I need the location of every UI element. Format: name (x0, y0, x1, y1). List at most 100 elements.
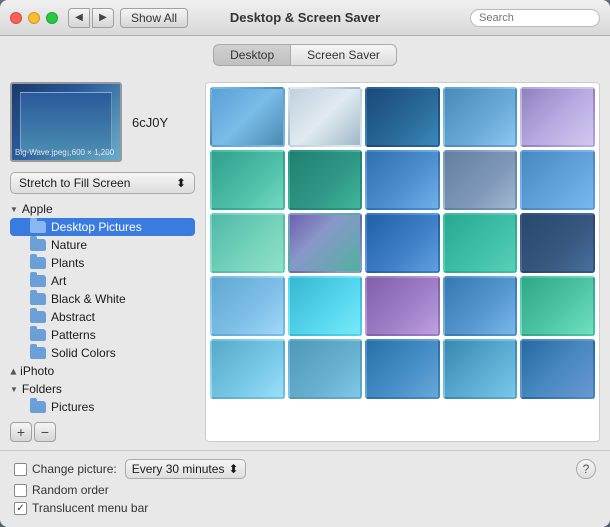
folder-icon (30, 311, 46, 323)
folder-icon (30, 239, 46, 251)
minimize-button[interactable] (28, 12, 40, 24)
close-button[interactable] (10, 12, 22, 24)
sidebar-tree: ▼ Apple Desktop Pictures Nature Plants (10, 200, 195, 416)
triangle-icon: ▶ (10, 368, 18, 374)
wallpaper-thumb-wp3[interactable] (365, 87, 440, 147)
back-button[interactable]: ◀ (68, 8, 90, 28)
add-button[interactable]: + (10, 422, 32, 442)
random-order-checkbox[interactable] (14, 484, 27, 497)
sidebar-item-art[interactable]: Art (10, 272, 195, 290)
sidebar-item-label: Nature (51, 238, 87, 252)
show-all-button[interactable]: Show All (120, 8, 188, 28)
nav-buttons: ◀ ▶ (68, 8, 114, 28)
wallpaper-thumb-wp1[interactable] (210, 87, 285, 147)
wallpaper-thumb-wp13[interactable] (365, 213, 440, 273)
folder-icon (30, 347, 46, 359)
wallpaper-thumb-wp15[interactable] (520, 213, 595, 273)
wallpaper-grid (210, 87, 595, 399)
wallpaper-thumb-wp16[interactable] (210, 276, 285, 336)
sidebar-group-iphoto[interactable]: ▶ iPhoto (10, 362, 195, 380)
traffic-lights (10, 12, 58, 24)
sidebar-item-patterns[interactable]: Patterns (10, 326, 195, 344)
fill-dropdown[interactable]: Stretch to Fill Screen ⬍ (10, 172, 195, 194)
wallpaper-thumb-wp14[interactable] (443, 213, 518, 273)
folder-icon (30, 401, 46, 413)
triangle-icon: ▼ (10, 385, 18, 394)
wallpaper-thumb-wp24[interactable] (443, 339, 518, 399)
sidebar-item-label: Patterns (51, 328, 96, 342)
sidebar-item-label: Black & White (51, 292, 126, 306)
interval-dropdown[interactable]: Every 30 minutes ⬍ (125, 459, 246, 479)
preview-name: 6cJ0Y (132, 115, 168, 130)
wallpaper-thumb-wp22[interactable] (288, 339, 363, 399)
wallpaper-thumb-wp7[interactable] (288, 150, 363, 210)
main-window: ◀ ▶ Show All Desktop & Screen Saver Desk… (0, 0, 610, 527)
fill-dropdown-row: Stretch to Fill Screen ⬍ (10, 172, 195, 194)
change-picture-group: Change picture: (14, 462, 117, 476)
wallpaper-thumb-wp6[interactable] (210, 150, 285, 210)
bottom-row-1: Change picture: Every 30 minutes ⬍ ? (14, 459, 596, 479)
wallpaper-thumb-wp8[interactable] (365, 150, 440, 210)
interval-value: Every 30 minutes (132, 462, 225, 476)
random-order-group: Random order (14, 483, 109, 497)
wallpaper-grid-container[interactable] (205, 82, 600, 442)
main-content: 6cJ0Y Stretch to Fill Screen ⬍ ▼ Apple D (0, 74, 610, 450)
maximize-button[interactable] (46, 12, 58, 24)
folder-icon (30, 257, 46, 269)
remove-button[interactable]: − (34, 422, 56, 442)
sidebar-item-plants[interactable]: Plants (10, 254, 195, 272)
translucent-menu-checkbox[interactable] (14, 502, 27, 515)
help-button[interactable]: ? (576, 459, 596, 479)
interval-arrow: ⬍ (228, 462, 238, 476)
wallpaper-thumb-wp19[interactable] (443, 276, 518, 336)
sidebar-item-label: Desktop Pictures (51, 220, 142, 234)
titlebar: ◀ ▶ Show All Desktop & Screen Saver (0, 0, 610, 36)
folder-icon (30, 329, 46, 341)
tab-bar: Desktop Screen Saver (0, 36, 610, 74)
preview-inner (20, 92, 112, 152)
wallpaper-thumb-wp18[interactable] (365, 276, 440, 336)
sidebar-item-black-white[interactable]: Black & White (10, 290, 195, 308)
bottom-row-3: Translucent menu bar (14, 501, 596, 515)
sidebar-item-label: Abstract (51, 310, 95, 324)
sidebar-item-solid-colors[interactable]: Solid Colors (10, 344, 195, 362)
preview-area: 6cJ0Y (10, 82, 195, 162)
sidebar-group-iphoto-label: iPhoto (20, 364, 54, 378)
wallpaper-thumb-wp11[interactable] (210, 213, 285, 273)
sidebar-bottom: + − (10, 422, 195, 442)
sidebar-item-label: Art (51, 274, 66, 288)
wallpaper-thumb-wp5[interactable] (520, 87, 595, 147)
wallpaper-thumb-wp17[interactable] (288, 276, 363, 336)
sidebar-item-label: Pictures (51, 400, 94, 414)
fill-dropdown-arrow: ⬍ (176, 176, 186, 190)
tab-screensaver[interactable]: Screen Saver (290, 44, 397, 66)
sidebar-item-label: Plants (51, 256, 84, 270)
change-picture-checkbox[interactable] (14, 463, 27, 476)
wallpaper-thumb-wp10[interactable] (520, 150, 595, 210)
translucent-menu-group: Translucent menu bar (14, 501, 148, 515)
tab-desktop[interactable]: Desktop (213, 44, 290, 66)
right-panel (205, 82, 600, 442)
sidebar-group-apple-label: Apple (22, 202, 53, 216)
sidebar-item-abstract[interactable]: Abstract (10, 308, 195, 326)
folder-icon (30, 221, 46, 233)
sidebar-item-pictures[interactable]: Pictures (10, 398, 195, 416)
forward-button[interactable]: ▶ (92, 8, 114, 28)
wallpaper-thumb-wp4[interactable] (443, 87, 518, 147)
wallpaper-thumb-wp9[interactable] (443, 150, 518, 210)
folder-icon (30, 293, 46, 305)
wallpaper-thumb-wp21[interactable] (210, 339, 285, 399)
search-input[interactable] (479, 12, 591, 24)
triangle-icon: ▼ (10, 205, 18, 214)
search-bar[interactable] (470, 9, 600, 27)
wallpaper-thumb-wp12[interactable] (288, 213, 363, 273)
wallpaper-thumb-wp20[interactable] (520, 276, 595, 336)
wallpaper-thumb-wp23[interactable] (365, 339, 440, 399)
sidebar-group-apple[interactable]: ▼ Apple (10, 200, 195, 218)
sidebar-item-nature[interactable]: Nature (10, 236, 195, 254)
wallpaper-thumb-wp25[interactable] (520, 339, 595, 399)
wallpaper-thumb-wp2[interactable] (288, 87, 363, 147)
left-panel: 6cJ0Y Stretch to Fill Screen ⬍ ▼ Apple D (10, 82, 195, 442)
sidebar-item-desktop-pictures[interactable]: Desktop Pictures (10, 218, 195, 236)
sidebar-group-folders[interactable]: ▼ Folders (10, 380, 195, 398)
